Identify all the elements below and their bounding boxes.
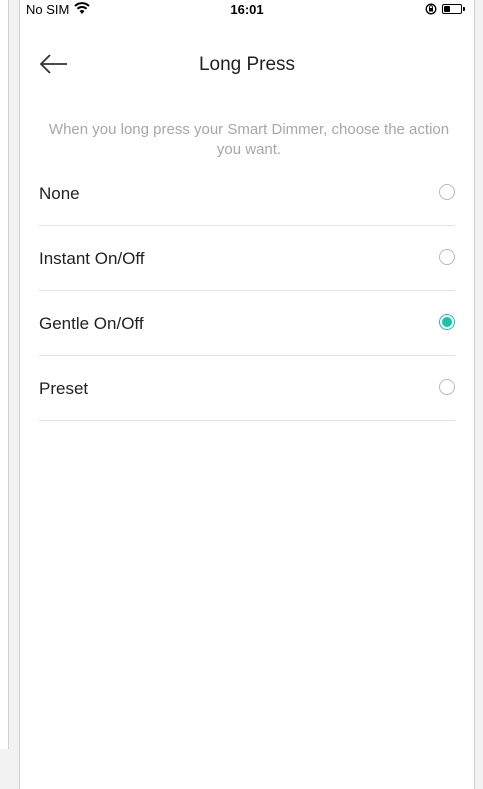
option-gentle-on-off[interactable]: Gentle On/Off	[39, 291, 455, 356]
options-list: None Instant On/Off Gentle On/Off Preset	[39, 161, 455, 421]
description-text: When you long press your Smart Dimmer, c…	[48, 121, 450, 158]
battery-tip	[463, 7, 465, 11]
orientation-lock-icon	[425, 3, 437, 15]
status-bar: No SIM 16:01	[20, 0, 474, 22]
phone-screen: No SIM 16:01 Long Press When you long pr…	[19, 0, 475, 789]
status-time: 16:01	[230, 2, 264, 17]
page-title: Long Press	[198, 54, 296, 75]
radio-button-selected[interactable]	[439, 314, 455, 330]
option-label: None	[39, 184, 80, 203]
option-label: Preset	[39, 379, 89, 398]
option-preset[interactable]: Preset	[39, 356, 455, 421]
option-instant-on-off[interactable]: Instant On/Off	[39, 226, 455, 291]
option-none[interactable]: None	[39, 161, 455, 226]
radio-button[interactable]	[439, 184, 455, 200]
radio-button[interactable]	[439, 379, 455, 395]
option-label: Gentle On/Off	[39, 314, 144, 333]
radio-button[interactable]	[439, 249, 455, 265]
option-label: Instant On/Off	[39, 249, 145, 268]
battery-icon	[442, 4, 462, 14]
background-panel-edge	[0, 0, 9, 749]
